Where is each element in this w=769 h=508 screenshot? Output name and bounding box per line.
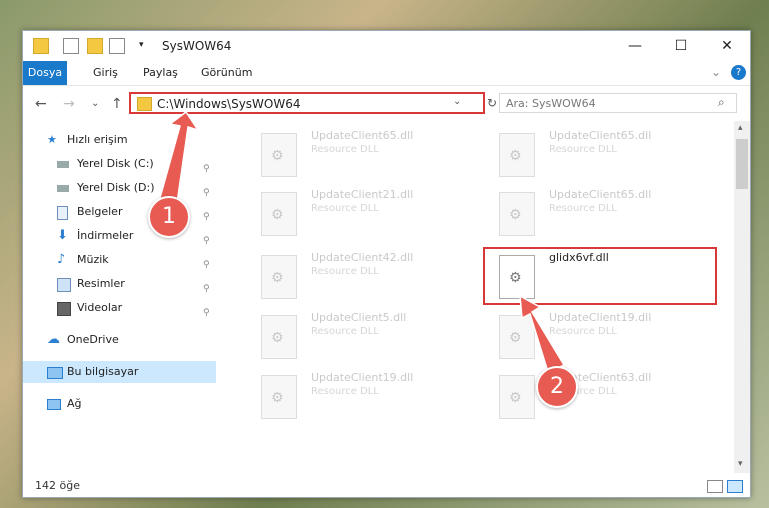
arrow-2 bbox=[519, 294, 566, 374]
annotation-arrows bbox=[157, 110, 566, 374]
step-badge-1: 1 bbox=[148, 196, 190, 238]
arrow-1 bbox=[157, 110, 200, 211]
step-badge-2: 2 bbox=[536, 366, 578, 408]
